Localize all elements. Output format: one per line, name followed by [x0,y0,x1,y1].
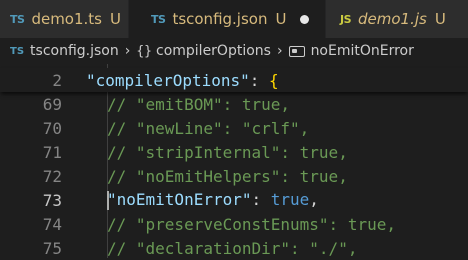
open-brace: { [269,70,279,90]
line-number: 72 [42,166,62,186]
property-key: "compilerOptions" [86,70,250,90]
boolean-property-icon [288,45,305,57]
comment-text: // "emitBOM": true, [107,94,291,114]
unsaved-dot-icon[interactable] [300,14,310,24]
line-number: 2 [52,70,62,90]
comma: , [309,190,319,209]
typescript-file-icon: TS [10,45,25,57]
sticky-scroll-line[interactable]: 2 "compilerOptions": { [0,68,468,92]
comment-text: // "declarationDir": "./", [107,238,358,258]
tab-demo1-ts[interactable]: TS demo1.ts U [0,0,128,38]
breadcrumb-file[interactable]: tsconfig.json [30,43,119,59]
typescript-file-icon: TS [10,12,25,26]
line-number: 74 [42,214,62,234]
comment-text: // "noEmitHelpers": true, [107,166,348,186]
breadcrumb: TS tsconfig.json › {} compilerOptions › … [0,38,468,64]
object-icon: {} [136,43,152,59]
code-line[interactable]: 74 // "preserveConstEnums": true, [0,212,468,236]
breadcrumb-property[interactable]: noEmitOnError [311,43,414,59]
breadcrumb-section[interactable]: compilerOptions [156,43,271,59]
colon: : [249,70,270,90]
code-line-current[interactable]: 73 "noEmitOnError": true, [0,188,468,212]
code-text: "noEmitOnError": true, [107,190,319,210]
tab-status: U [275,10,287,28]
line-number: 75 [42,238,62,258]
chevron-right-icon: › [124,43,131,59]
code-line[interactable]: 72 // "noEmitHelpers": true, [0,164,468,188]
line-number: 73 [42,190,62,210]
comment-text: // "stripInternal": true, [107,142,348,162]
boolean-value: true [270,190,310,209]
comment-text: // "preserveConstEnums": true, [107,214,396,234]
code-line[interactable]: 69 // "emitBOM": true, [0,92,468,116]
code-line[interactable]: 71 // "stripInternal": true, [0,140,468,164]
tab-status: U [109,10,121,28]
colon: : [251,190,271,209]
line-number: 70 [42,118,62,138]
tab-label: demo1.js [358,10,427,28]
typescript-file-icon: TS [151,12,166,26]
code-line[interactable]: 75 // "declarationDir": "./", [0,236,468,260]
code-editor[interactable]: 2 "compilerOptions": { 69 // "emitBOM": … [0,64,468,258]
chevron-right-icon: › [276,43,283,59]
tab-label: demo1.ts [31,10,102,28]
code-line[interactable]: 70 // "newLine": "crlf", [0,116,468,140]
line-number: 69 [42,94,62,114]
line-number: 71 [42,142,62,162]
tab-demo1-js[interactable]: JS demo1.js U [326,0,468,38]
javascript-file-icon: JS [340,12,352,26]
tab-label: tsconfig.json [172,10,268,28]
property-key: "noEmitOnError" [107,190,252,209]
comment-text: // "newLine": "crlf", [107,118,310,138]
editor-tab-bar: TS demo1.ts U TS tsconfig.json U JS demo… [0,0,468,38]
code-text: "compilerOptions": { [86,71,279,90]
tab-tsconfig-json[interactable]: TS tsconfig.json U [129,0,325,38]
tab-status: U [434,10,446,28]
